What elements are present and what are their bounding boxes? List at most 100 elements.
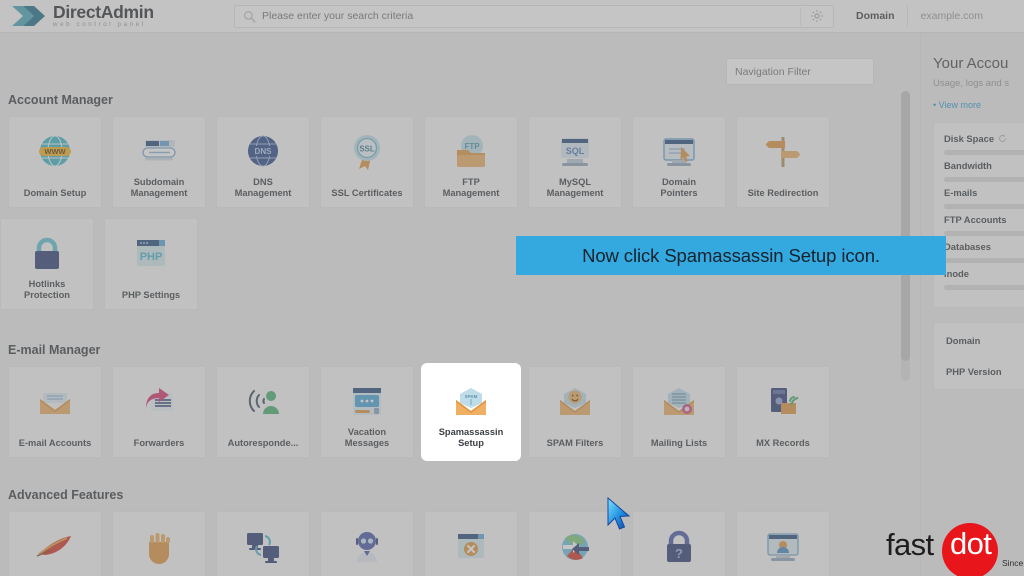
svg-text:?: ?	[675, 546, 683, 561]
card-mailing-lists[interactable]: Mailing Lists	[632, 366, 726, 458]
card-error-pages[interactable]	[424, 511, 518, 576]
card-spam-filters[interactable]: SPAM Filters	[528, 366, 622, 458]
navigation-filter-input[interactable]	[726, 58, 874, 85]
refresh-icon[interactable]	[998, 134, 1007, 143]
stat-progress-bar	[944, 204, 1024, 209]
vacation-chat-icon	[345, 379, 389, 423]
card-label: Site Redirection	[747, 188, 819, 198]
subdomain-window-icon	[137, 129, 181, 173]
stat-label: E-mails	[944, 187, 978, 198]
stat-progress-bar	[944, 150, 1024, 155]
svg-text:PHP: PHP	[140, 251, 163, 263]
card-label: PHP Settings	[121, 290, 181, 300]
account-sidebar: Your Accou Usage, logs and s • View more…	[920, 33, 1024, 576]
top-header: DirectAdmin web control panel Please ent…	[0, 0, 1024, 33]
global-search[interactable]	[234, 4, 834, 28]
stat-disk-space: Disk Space	[944, 133, 1024, 155]
stat-label: FTP Accounts	[944, 214, 1007, 225]
card-label: MX Records	[756, 438, 810, 448]
brand-logo[interactable]: DirectAdmin web control panel	[0, 2, 222, 30]
card-label: FTP Management	[442, 177, 500, 198]
card-password-protection[interactable]: ?	[632, 511, 726, 576]
card-label: DNS Management	[234, 177, 292, 198]
card-apache-handlers[interactable]	[8, 511, 102, 576]
search-icon	[243, 10, 256, 23]
brand-title-admin: Admin	[100, 1, 154, 22]
forward-arrow-icon	[137, 379, 181, 423]
svg-text:FTP: FTP	[464, 142, 480, 151]
card-vacation-messages[interactable]: Vacation Messages	[320, 366, 414, 458]
navigation-filter-wrap	[726, 58, 874, 85]
feather-icon	[33, 524, 77, 568]
card-system-info[interactable]	[320, 511, 414, 576]
card-grid-advanced-features: ?	[0, 511, 880, 576]
list-envelope-icon	[657, 379, 701, 423]
card-label: Autoresponde...	[227, 438, 299, 448]
watermark-since-text: Since	[1002, 558, 1024, 568]
card-mx-records[interactable]: MX Records	[736, 366, 830, 458]
smiley-envelope-icon	[553, 379, 597, 423]
app-screen: DirectAdmin web control panel Please ent…	[0, 0, 1024, 576]
stat-label: Disk Space	[944, 133, 995, 144]
card-spamassassin-setup[interactable]: SPAM Spamassassin Setup	[424, 366, 518, 458]
two-monitors-sync-icon	[241, 524, 285, 568]
card-hotlinks-protection[interactable]: Hotlinks Protection	[0, 218, 94, 310]
body-area: Account Manager WWW	[0, 33, 1024, 576]
card-label: SPAM Filters	[546, 438, 604, 448]
card-label: MySQL Management	[546, 177, 604, 198]
section-title-account-manager: Account Manager	[8, 93, 113, 107]
card-dns-management[interactable]: DNS DNS Management	[216, 116, 310, 208]
stat-progress-bar	[944, 231, 1024, 236]
card-label: E-mail Accounts	[18, 438, 92, 448]
stat-ftp-accounts: FTP Accounts	[944, 214, 1024, 236]
stat-emails: E-mails	[944, 187, 1024, 209]
search-input[interactable]	[262, 5, 833, 27]
svg-text:SSL: SSL	[359, 145, 375, 154]
info-row-php-version: PHP Version	[946, 366, 1002, 377]
php-window-icon: PHP	[129, 231, 173, 275]
brand-subtitle: web control panel	[53, 21, 146, 29]
card-grid-account-manager: WWW Domain Setup Subdomain Management DN…	[0, 116, 880, 320]
card-cron-jobs[interactable]	[112, 511, 206, 576]
instruction-callout-text: Now click Spamassassin Setup icon.	[582, 244, 880, 266]
monitor-user-icon	[761, 524, 805, 568]
card-site-redirection[interactable]: Site Redirection	[736, 116, 830, 208]
card-site-backup[interactable]	[216, 511, 310, 576]
card-forwarders[interactable]: Forwarders	[112, 366, 206, 458]
card-domain-setup[interactable]: WWW Domain Setup	[8, 116, 102, 208]
scrollbar-thumb[interactable]	[901, 91, 910, 361]
main-content: Account Manager WWW	[0, 33, 920, 576]
card-label: Forwarders	[133, 438, 185, 448]
sql-database-icon: SQL	[553, 129, 597, 173]
card-label: Subdomain Management	[130, 177, 188, 198]
stat-label: Inode	[944, 268, 969, 279]
view-more-link[interactable]: • View more	[933, 100, 1024, 110]
card-php-settings[interactable]: PHP PHP Settings	[104, 218, 198, 310]
domain-label: Domain	[856, 10, 895, 22]
card-label: Vacation Messages	[344, 427, 390, 448]
domain-value[interactable]: example.com	[906, 5, 1002, 27]
stat-label: Bandwidth	[944, 160, 992, 171]
fastdot-watermark: fast dot Since	[886, 522, 1023, 576]
spamassassin-envelope-icon: SPAM	[449, 379, 493, 423]
domain-selector[interactable]: Domain example.com	[856, 5, 1002, 27]
gear-icon[interactable]	[800, 6, 832, 26]
group-email-manager: E-mail Manager E-mail Accounts Forwarder…	[0, 343, 880, 468]
card-ftp-management[interactable]: FTP FTP Management	[424, 116, 518, 208]
card-subdomain-management[interactable]: Subdomain Management	[112, 116, 206, 208]
instruction-callout: Now click Spamassassin Setup icon.	[516, 236, 946, 275]
card-ssl-certificates[interactable]: SSL SSL Certificates	[320, 116, 414, 208]
card-domain-pointers[interactable]: Domain Pointers	[632, 116, 726, 208]
group-account-manager: Account Manager WWW Domain Setup Subdoma…	[0, 93, 880, 320]
stat-databases: Databases	[944, 241, 1024, 263]
svg-text:WWW: WWW	[44, 147, 66, 156]
account-info-panel: Domain PHP Version	[933, 322, 1024, 390]
card-mysql-management[interactable]: SQL MySQL Management	[528, 116, 622, 208]
sidebar-title: Your Accou	[933, 55, 1009, 72]
watermark-dot-text: dot	[950, 526, 992, 561]
card-user-monitor[interactable]	[736, 511, 830, 576]
card-email-accounts[interactable]: E-mail Accounts	[8, 366, 102, 458]
padlock-question-icon: ?	[657, 524, 701, 568]
card-autoresponders[interactable]: Autoresponde...	[216, 366, 310, 458]
section-title-advanced-features: Advanced Features	[8, 488, 124, 502]
